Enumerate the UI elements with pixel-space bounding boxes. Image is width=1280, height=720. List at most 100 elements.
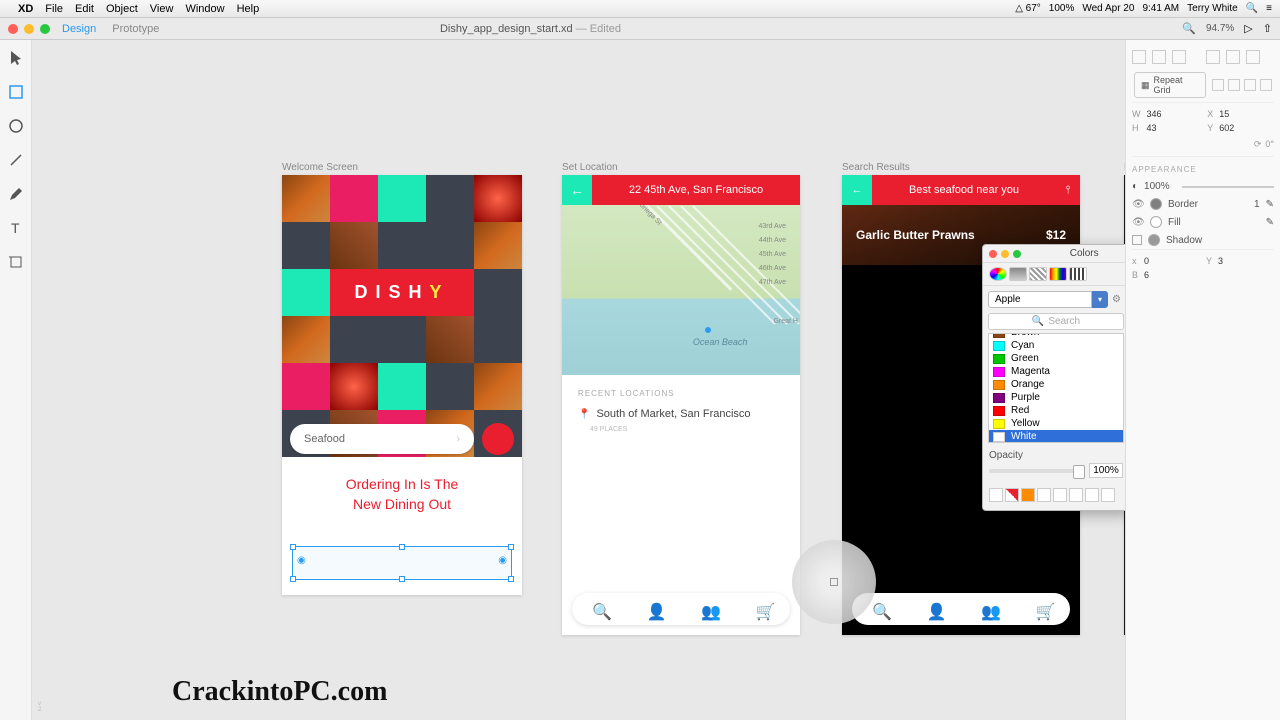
menu-file[interactable]: File xyxy=(45,3,63,15)
color-item-cyan[interactable]: Cyan xyxy=(989,339,1123,352)
align-bottom-icon[interactable] xyxy=(1246,50,1260,64)
opacity-slider[interactable] xyxy=(989,469,1085,473)
artboard-welcome[interactable]: DISHY Seafood › Ordering In Is The New D… xyxy=(282,175,522,595)
design-canvas[interactable]: Welcome Screen DISHY Seafood › Ord xyxy=(32,40,1125,720)
share-icon[interactable]: ⇧ xyxy=(1263,22,1272,35)
search-document-icon[interactable]: 🔍 xyxy=(1182,22,1196,35)
bool-add-icon[interactable] xyxy=(1212,79,1224,91)
shadow-color-swatch[interactable] xyxy=(1148,234,1160,246)
color-item-red[interactable]: Red xyxy=(989,404,1123,417)
app-name[interactable]: XD xyxy=(18,3,33,15)
menu-object[interactable]: Object xyxy=(106,3,138,15)
back-button[interactable]: ← xyxy=(842,175,872,205)
line-tool-icon[interactable] xyxy=(8,152,24,168)
color-mode-tabs[interactable] xyxy=(983,263,1125,286)
color-search-input[interactable]: 🔍 Search xyxy=(988,313,1124,330)
user-icon[interactable]: 👤 xyxy=(927,602,941,616)
text-tool-icon[interactable]: T xyxy=(8,220,24,236)
search-button[interactable] xyxy=(482,423,514,455)
bool-subtract-icon[interactable] xyxy=(1228,79,1240,91)
repeat-grid-button[interactable]: ▦Repeat Grid xyxy=(1134,72,1206,98)
swatch-well[interactable] xyxy=(983,484,1125,510)
close-icon[interactable] xyxy=(989,250,997,258)
search-input[interactable]: Seafood › xyxy=(290,424,474,454)
color-picker-popover[interactable]: Colors Apple ▾ ⚙ 🔍 Search Brown Cyan xyxy=(982,244,1125,511)
tab-prototype[interactable]: Prototype xyxy=(112,23,159,35)
fill-color-swatch[interactable] xyxy=(1150,216,1162,228)
color-list[interactable]: Brown Cyan Green Magenta Orange Purple R… xyxy=(988,333,1124,443)
search-icon[interactable]: 🔍 xyxy=(872,602,886,616)
align-controls[interactable] xyxy=(1132,46,1274,68)
width-field[interactable]: 346 xyxy=(1147,109,1202,119)
tab-design[interactable]: Design xyxy=(62,23,96,35)
select-tool-icon[interactable] xyxy=(8,50,24,66)
search-icon[interactable]: 🔍 xyxy=(1246,3,1258,14)
group-icon[interactable]: 👥 xyxy=(981,602,995,616)
align-top-icon[interactable] xyxy=(1206,50,1220,64)
border-color-swatch[interactable] xyxy=(1150,198,1162,210)
palette-mode-icon[interactable] xyxy=(1029,267,1047,281)
close-icon[interactable] xyxy=(8,24,18,34)
slider-mode-icon[interactable] xyxy=(1009,267,1027,281)
window-traffic-lights[interactable] xyxy=(8,24,50,34)
artboard-label[interactable]: Welcome Screen xyxy=(282,162,358,173)
search-icon[interactable]: 🔍 xyxy=(592,602,606,616)
gear-icon[interactable]: ⚙ xyxy=(1112,291,1124,308)
color-item-green[interactable]: Green xyxy=(989,352,1123,365)
wheel-mode-icon[interactable] xyxy=(989,267,1007,281)
crayons-mode-icon[interactable] xyxy=(1069,267,1087,281)
visibility-icon[interactable]: 👁 xyxy=(1132,199,1144,210)
spectrum-mode-icon[interactable] xyxy=(1049,267,1067,281)
color-item-white[interactable]: White xyxy=(989,430,1123,443)
map-view[interactable]: 43rd Ave 44th Ave 45th Ave 46th Ave 47th… xyxy=(562,205,800,375)
user-icon[interactable]: 👤 xyxy=(647,602,661,616)
minimize-icon[interactable] xyxy=(24,24,34,34)
align-left-icon[interactable] xyxy=(1132,50,1146,64)
fullscreen-icon[interactable] xyxy=(40,24,50,34)
align-center-icon[interactable] xyxy=(1152,50,1166,64)
menu-icon[interactable]: ≡ xyxy=(1266,3,1272,14)
zoom-level[interactable]: 94.7% xyxy=(1206,23,1234,34)
artboard-label[interactable]: Search Results xyxy=(842,162,910,173)
ellipse-tool-icon[interactable] xyxy=(8,118,24,134)
opacity-slider[interactable] xyxy=(1182,186,1274,188)
height-field[interactable]: 43 xyxy=(1147,123,1202,133)
eyedropper-icon[interactable]: ✎ xyxy=(1266,217,1274,228)
align-middle-icon[interactable] xyxy=(1226,50,1240,64)
artboard-label[interactable]: Set Location xyxy=(562,162,618,173)
menu-edit[interactable]: Edit xyxy=(75,3,94,15)
artboard-tool-icon[interactable] xyxy=(8,254,24,270)
artboard-set-location[interactable]: ← 22 45th Ave, San Francisco 43rd Ave 44… xyxy=(562,175,800,635)
selection-bounding-box[interactable]: ◉ ◉ xyxy=(292,546,512,580)
address-field[interactable]: 22 45th Ave, San Francisco xyxy=(592,184,800,196)
menu-view[interactable]: View xyxy=(150,3,174,15)
eyedropper-icon[interactable] xyxy=(1005,488,1019,502)
cart-icon[interactable]: 🛒 xyxy=(756,602,770,616)
bool-intersect-icon[interactable] xyxy=(1244,79,1256,91)
palette-select[interactable]: Apple ▾ ⚙ xyxy=(988,291,1124,308)
play-preview-icon[interactable]: ▷ xyxy=(1244,22,1252,35)
bool-exclude-icon[interactable] xyxy=(1260,79,1272,91)
color-item-magenta[interactable]: Magenta xyxy=(989,365,1123,378)
opacity-value[interactable]: 100% xyxy=(1144,181,1170,192)
minimize-icon[interactable] xyxy=(1001,250,1009,258)
recent-location-item[interactable]: 📍 South of Market, San Francisco xyxy=(562,404,800,424)
color-item-orange[interactable]: Orange xyxy=(989,378,1123,391)
zoom-icon[interactable] xyxy=(1013,250,1021,258)
filter-icon[interactable]: ⫯ xyxy=(1056,184,1080,197)
align-right-icon[interactable] xyxy=(1172,50,1186,64)
color-item-yellow[interactable]: Yellow xyxy=(989,417,1123,430)
menu-window[interactable]: Window xyxy=(185,3,224,15)
eyedropper-icon[interactable]: ✎ xyxy=(1266,199,1274,210)
back-button[interactable]: ← xyxy=(562,175,592,205)
rotate-icon[interactable]: ⟳ xyxy=(1254,139,1262,150)
color-item-purple[interactable]: Purple xyxy=(989,391,1123,404)
menu-help[interactable]: Help xyxy=(237,3,260,15)
x-field[interactable]: 15 xyxy=(1219,109,1274,119)
opacity-value[interactable]: 100% xyxy=(1089,463,1123,478)
visibility-icon[interactable]: 👁 xyxy=(1132,217,1144,228)
pen-tool-icon[interactable] xyxy=(8,186,24,202)
shadow-checkbox[interactable] xyxy=(1132,235,1142,245)
border-width-field[interactable]: 1 xyxy=(1254,199,1260,210)
artboard-label[interactable]: Filters xyxy=(1124,162,1125,173)
